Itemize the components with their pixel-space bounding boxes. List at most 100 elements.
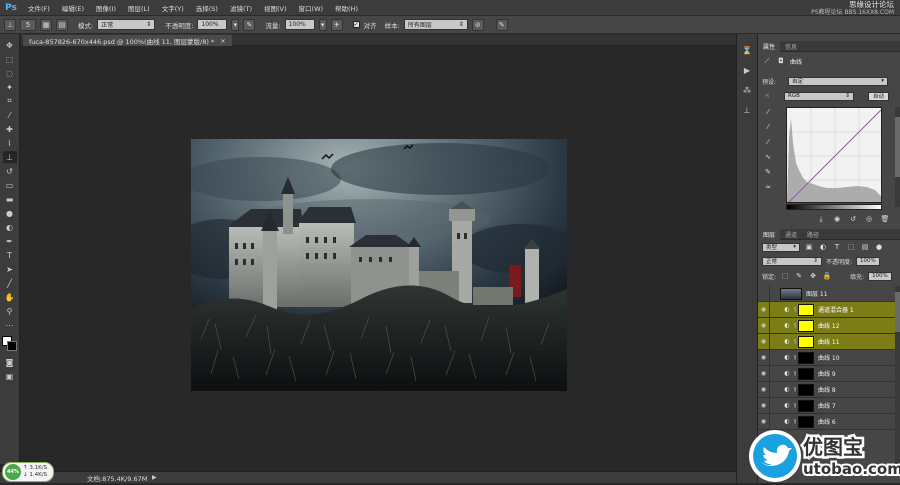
ignore-adjustment-icon[interactable]: ⊘	[471, 18, 484, 31]
layer-mask-thumbnail[interactable]	[798, 335, 814, 348]
layer-row[interactable]: ◉ ◐ § 曲线 7	[758, 397, 900, 414]
filter-adjustment-icon[interactable]: ◐	[818, 242, 828, 252]
opacity-input[interactable]: 100%	[197, 19, 228, 30]
network-speed-widget[interactable]: 44% ↑ 3.1K/S ↓ 1.4K/S	[2, 462, 54, 482]
on-image-adjust-icon[interactable]: ☝	[762, 91, 772, 101]
lock-position-icon[interactable]: ✥	[808, 271, 818, 281]
pencil-draw-icon[interactable]: ✎	[763, 167, 773, 177]
lasso-tool-icon[interactable]: ◌	[3, 67, 17, 79]
tab-paths[interactable]: 路径	[802, 229, 824, 240]
clone-source-icon[interactable]: ▤	[56, 18, 68, 31]
eyedropper-tool-icon[interactable]: ⁄	[3, 109, 17, 121]
background-color-swatch[interactable]	[6, 341, 17, 351]
reset-icon[interactable]: ↺	[848, 214, 858, 224]
document-tab[interactable]: fuca-857826-670x446.psd @ 100%(曲线 11, 图层…	[23, 35, 232, 46]
brush-panel-icon[interactable]: ▦	[40, 18, 52, 31]
layer-mask-thumbnail[interactable]	[798, 303, 814, 316]
menu-type[interactable]: 文字(Y)	[156, 3, 190, 13]
layer-name[interactable]: 曲线 12	[818, 321, 840, 330]
lock-all-icon[interactable]: 🔒	[822, 271, 832, 281]
type-tool-icon[interactable]: T	[3, 249, 17, 261]
clone-stamp-preset-icon[interactable]: ⊥	[4, 18, 16, 31]
layer-mask-thumbnail[interactable]	[798, 319, 814, 332]
menu-select[interactable]: 选择(S)	[190, 3, 224, 13]
view-previous-icon[interactable]: ◉	[832, 214, 842, 224]
line-tool-icon[interactable]: ╱	[3, 277, 17, 289]
auto-button[interactable]: 自动	[868, 91, 890, 101]
airbrush-icon[interactable]: ✈	[330, 18, 343, 31]
properties-scrollbar[interactable]	[895, 107, 900, 207]
tab-properties[interactable]: 属性	[758, 40, 781, 52]
castle-artwork-image[interactable]	[191, 139, 567, 391]
toggle-visibility-icon[interactable]: ◎	[864, 214, 874, 224]
brush-presets-icon[interactable]: ⁂	[740, 84, 754, 96]
pressure-opacity-icon[interactable]: ✎	[243, 18, 256, 31]
actions-panel-icon[interactable]: ▶	[740, 64, 754, 76]
screen-mode-icon[interactable]: ▣	[3, 370, 17, 382]
filter-toggle-icon[interactable]: ●	[874, 242, 884, 252]
channel-select[interactable]: RGB ⇕	[784, 91, 854, 101]
sample-select[interactable]: 所有图层 ⇕	[403, 19, 468, 30]
crop-tool-icon[interactable]: ⌗	[3, 95, 17, 107]
visibility-eye-icon[interactable]: ◉	[758, 397, 770, 414]
menu-edit[interactable]: 编辑(E)	[56, 3, 90, 13]
white-point-eyedropper-icon[interactable]: ⁄	[763, 137, 773, 147]
layer-row[interactable]: ◉ ◐ § 曲线 9	[758, 365, 900, 382]
gradient-tool-icon[interactable]: ▬	[3, 193, 17, 205]
menu-view[interactable]: 视图(V)	[258, 3, 293, 13]
visibility-eye-icon[interactable]: ◉	[758, 381, 770, 398]
filter-kind-select[interactable]: 类型 ▾	[762, 242, 800, 252]
blend-mode-select[interactable]: 正常 ⇕	[762, 256, 822, 266]
curves-graph[interactable]	[786, 107, 882, 203]
eraser-tool-icon[interactable]: ▭	[3, 179, 17, 191]
brush-size-picker[interactable]: 5	[20, 18, 36, 31]
filter-shape-icon[interactable]: ⬚	[846, 242, 856, 252]
visibility-eye-icon[interactable]: ◉	[758, 365, 770, 382]
visibility-eye-icon[interactable]: ◉	[758, 317, 770, 334]
layer-name[interactable]: 通道混合器 1	[818, 305, 854, 314]
edit-toolbar-icon[interactable]: ⋯	[3, 319, 17, 331]
marquee-tool-icon[interactable]: ⬚	[3, 53, 17, 65]
filter-type-icon[interactable]: T	[832, 242, 842, 252]
tab-channels[interactable]: 通道	[780, 229, 802, 240]
tab-info[interactable]: 信息	[780, 41, 802, 52]
menu-window[interactable]: 窗口(W)	[293, 3, 330, 13]
edit-points-icon[interactable]: ∿	[763, 152, 773, 162]
history-panel-icon[interactable]: ⌛	[740, 44, 754, 56]
layer-name[interactable]: 曲线 8	[818, 385, 836, 394]
close-icon[interactable]: ×	[220, 37, 225, 45]
gray-point-eyedropper-icon[interactable]: ⁄	[763, 122, 773, 132]
visibility-eye-icon[interactable]: ◉	[758, 301, 770, 318]
visibility-eye-icon[interactable]: ◉	[758, 333, 770, 350]
hand-tool-icon[interactable]: ✋	[3, 291, 17, 303]
layer-row[interactable]: ◉ ◐ § 通道混合器 1	[758, 301, 900, 318]
layer-row[interactable]: 图层 11	[758, 285, 900, 302]
healing-brush-tool-icon[interactable]: ✚	[3, 123, 17, 135]
path-select-tool-icon[interactable]: ➤	[3, 263, 17, 275]
brush-tool-icon[interactable]: ⌇	[3, 137, 17, 149]
fill-input[interactable]: 100%	[868, 271, 893, 281]
clone-stamp-tool-icon[interactable]: ⊥	[2, 151, 17, 163]
layer-thumbnail[interactable]	[780, 287, 802, 300]
visibility-eye-icon[interactable]: ◉	[758, 349, 770, 366]
visibility-eye-icon[interactable]	[758, 285, 770, 302]
layer-opacity-input[interactable]: 100%	[856, 256, 881, 266]
mode-select[interactable]: 正常 ⇕	[97, 19, 156, 30]
menu-help[interactable]: 帮助(H)	[329, 3, 364, 13]
layer-name[interactable]: 曲线 10	[818, 353, 840, 362]
menu-layer[interactable]: 图层(L)	[122, 3, 156, 13]
delete-icon[interactable]: 🗑	[880, 214, 890, 224]
pressure-size-icon[interactable]: ✎	[495, 18, 508, 31]
layer-name[interactable]: 曲线 7	[818, 401, 836, 410]
clone-source-panel-icon[interactable]: ⊥	[740, 104, 754, 116]
lock-pixels-icon[interactable]: ✎	[794, 271, 804, 281]
layers-scroll-thumb[interactable]	[895, 292, 900, 332]
layer-row[interactable]: ◉ ◐ § 曲线 8	[758, 381, 900, 398]
pen-tool-icon[interactable]: ✒	[3, 235, 17, 247]
layer-mask-thumbnail[interactable]	[798, 367, 814, 380]
flow-input[interactable]: 100%	[284, 19, 315, 30]
quick-mask-icon[interactable]: ◙	[3, 356, 17, 368]
opacity-dropdown-icon[interactable]: ▾	[231, 18, 240, 31]
tab-layers[interactable]: 图层	[758, 228, 781, 240]
blur-tool-icon[interactable]: ●	[3, 207, 17, 219]
